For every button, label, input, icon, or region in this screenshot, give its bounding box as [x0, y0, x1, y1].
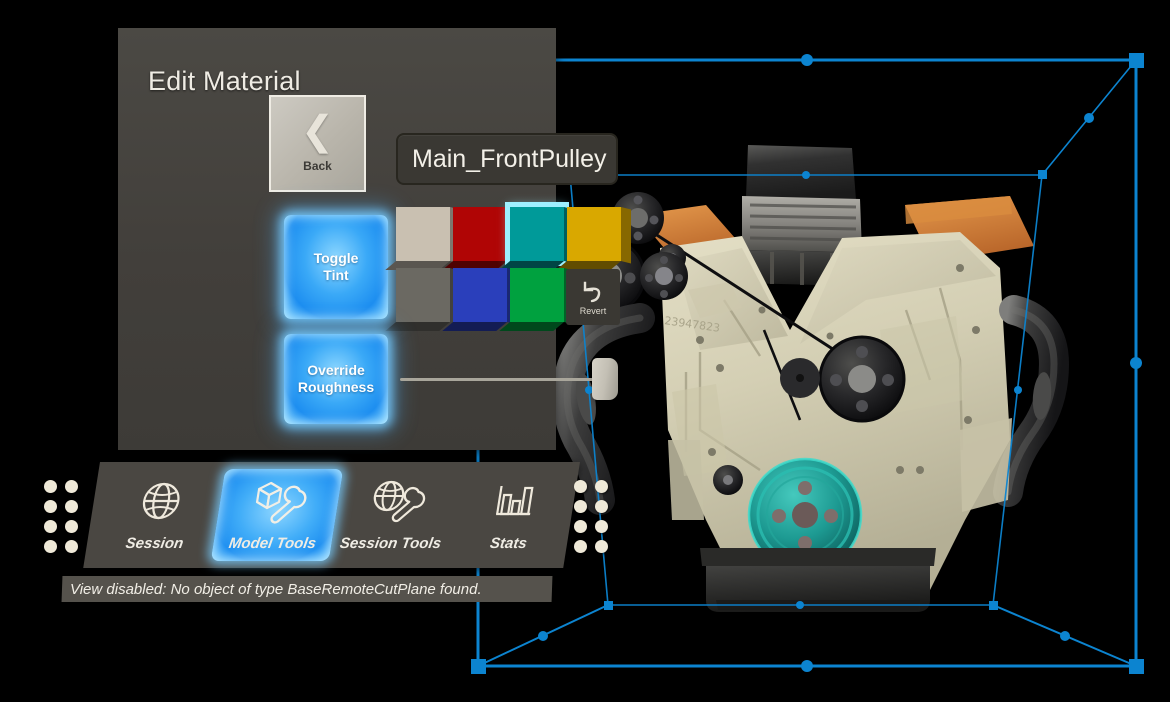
- swatch-red[interactable]: [442, 207, 517, 270]
- swatch-gray[interactable]: [385, 268, 460, 331]
- override-roughness-button[interactable]: Override Roughness: [284, 334, 388, 424]
- roughness-slider-track[interactable]: [400, 378, 612, 381]
- toggle-tint-label-line2: Tint: [323, 267, 349, 283]
- swatch-blue-face: [453, 268, 507, 322]
- swatch-blue-bottom: [442, 322, 507, 331]
- tab-stats[interactable]: Stats: [446, 462, 581, 568]
- app-root: 23947823 Edit Material ❮ Back Main_Front…: [0, 0, 1170, 702]
- back-button[interactable]: ❮ Back: [269, 95, 366, 192]
- toolbar-items: Session Model Tools Session Tools Stats: [100, 462, 580, 568]
- swatch-red-face: [453, 207, 507, 261]
- swatch-green-face: [510, 268, 564, 322]
- swatch-beige[interactable]: [385, 207, 460, 270]
- page-title: Edit Material: [148, 66, 301, 96]
- swatch-beige-face: [396, 207, 450, 261]
- tab-session[interactable]: Session: [92, 462, 227, 568]
- swatch-teal-face: [510, 207, 564, 261]
- tab-model-tools[interactable]: Model Tools: [210, 469, 344, 561]
- edit-material-panel: Edit Material ❮ Back Main_FrontPulley To…: [118, 28, 631, 450]
- oil-pan: [700, 548, 936, 612]
- material-name-field[interactable]: Main_FrontPulley: [396, 133, 618, 185]
- override-roughness-label-line1: Override: [307, 361, 365, 378]
- toggle-tint-button[interactable]: Toggle Tint: [284, 215, 388, 319]
- undo-arrow-icon: [583, 281, 601, 302]
- globe-icon: [134, 479, 187, 525]
- exhaust-right: [993, 295, 1070, 507]
- tab-session-tools[interactable]: Session Tools: [328, 462, 463, 568]
- swatch-gray-face: [396, 268, 450, 322]
- revert-button-label: Revert: [579, 305, 607, 316]
- swatch-gray-bottom: [385, 322, 450, 331]
- bar-chart-icon: [488, 479, 541, 525]
- tab-session-tools-label: Session Tools: [338, 534, 443, 552]
- roughness-slider-knob[interactable]: [592, 358, 618, 400]
- material-name-value: Main_FrontPulley: [412, 144, 607, 173]
- swatch-gold-side: [621, 207, 631, 264]
- tab-session-label: Session: [124, 534, 185, 552]
- tab-model-tools-label: Model Tools: [227, 534, 318, 552]
- revert-button[interactable]: Revert: [566, 269, 620, 325]
- chevron-left-icon: ❮: [300, 108, 335, 153]
- status-message: View disabled: No object of type BaseRem…: [70, 580, 482, 598]
- status-bar: View disabled: No object of type BaseRem…: [61, 576, 553, 602]
- cube-wrench-icon: [247, 479, 310, 525]
- swatch-gold-face: [567, 207, 621, 261]
- swatch-blue[interactable]: [442, 268, 517, 331]
- override-roughness-label-line2: Roughness: [297, 379, 375, 395]
- drag-handle-left[interactable]: [44, 480, 78, 553]
- swatch-green[interactable]: [499, 268, 574, 331]
- tab-stats-label: Stats: [488, 534, 529, 552]
- swatch-teal[interactable]: [499, 202, 574, 270]
- back-button-label: Back: [303, 158, 332, 173]
- globe-wrench-icon: [365, 479, 428, 525]
- toggle-tint-label-line1: Toggle: [313, 249, 359, 266]
- swatch-green-bottom: [499, 322, 564, 331]
- swatch-gold[interactable]: [556, 207, 631, 270]
